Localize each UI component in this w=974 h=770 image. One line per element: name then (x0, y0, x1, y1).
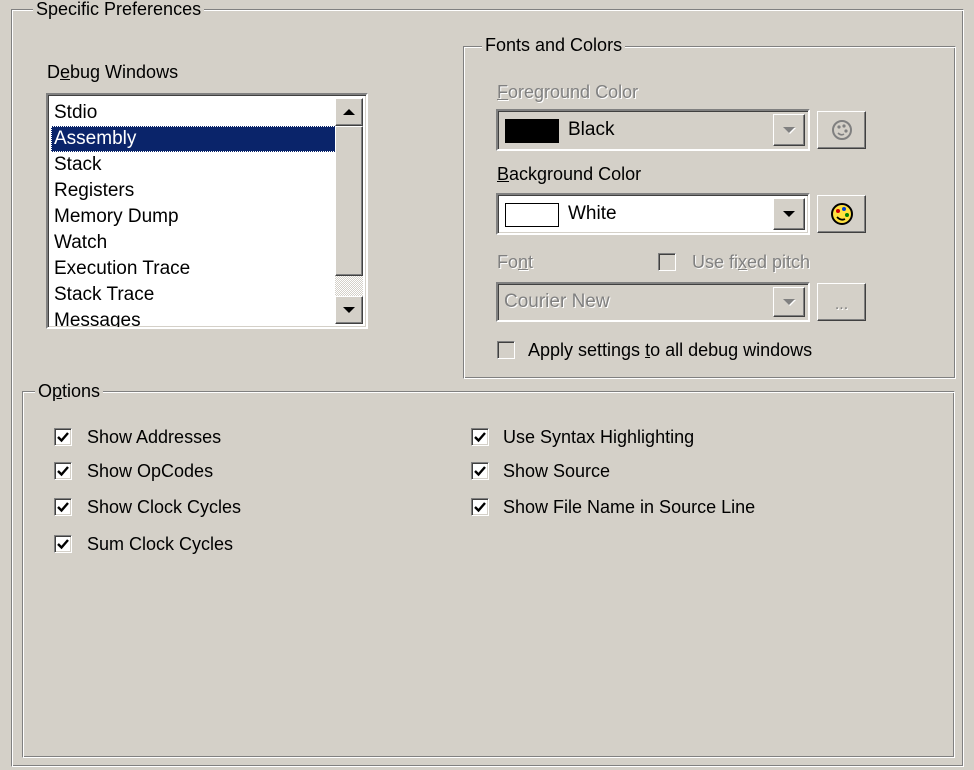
background-dropdown-button[interactable] (773, 198, 805, 230)
show-file-name-checkbox[interactable] (471, 498, 489, 516)
list-item-messages[interactable]: Messages (51, 308, 336, 327)
arrow-up-icon (343, 109, 355, 115)
foreground-color-label: Foreground Color (497, 82, 639, 102)
palette-icon (830, 203, 853, 225)
list-item-memory-dump[interactable]: Memory Dump (51, 204, 336, 230)
checkmark-icon (57, 539, 69, 550)
sum-clock-cycles-checkbox[interactable] (54, 535, 72, 553)
apply-all-label: Apply settings to all debug windows (528, 340, 813, 360)
palette-icon (831, 120, 852, 140)
list-item-stdio[interactable]: Stdio (51, 100, 336, 126)
list-item-registers[interactable]: Registers (51, 178, 336, 204)
font-value: Courier New (504, 291, 610, 312)
foreground-color-swatch (505, 119, 559, 143)
show-clock-cycles-checkbox[interactable] (54, 498, 72, 516)
foreground-dropdown-button[interactable] (773, 114, 805, 146)
options-title: Options (35, 381, 104, 401)
background-color-picker-button[interactable] (817, 195, 866, 233)
list-item-stack[interactable]: Stack (51, 152, 336, 178)
debug-windows-label: Debug Windows (47, 62, 179, 82)
specific-preferences-title: Specific Preferences (33, 0, 205, 19)
apply-all-checkbox[interactable] (497, 341, 515, 359)
scroll-down-button[interactable] (335, 296, 363, 324)
checkmark-icon (474, 502, 486, 513)
show-addresses-label: Show Addresses (87, 427, 222, 447)
list-item-assembly[interactable]: Assembly (51, 126, 336, 152)
font-dropdown-button[interactable] (773, 287, 805, 317)
font-browse-label: ... (834, 296, 849, 313)
font-browse-button[interactable]: ... (817, 283, 866, 321)
scroll-thumb[interactable] (335, 126, 363, 276)
foreground-color-value: Black (568, 119, 615, 140)
chevron-down-icon (783, 299, 795, 305)
font-label: Font (497, 252, 534, 272)
debug-windows-listbox[interactable]: Stdio Assembly Stack Registers Memory Du… (46, 93, 368, 329)
fixed-pitch-label: Use fixed pitch (692, 252, 811, 272)
background-color-value: White (568, 203, 617, 224)
background-color-swatch (505, 203, 559, 227)
fonts-and-colors-title: Fonts and Colors (482, 35, 626, 55)
syntax-highlighting-label: Use Syntax Highlighting (503, 427, 695, 447)
checkmark-icon (474, 466, 486, 477)
chevron-down-icon (783, 127, 795, 133)
fixed-pitch-checkbox[interactable] (658, 253, 676, 271)
listbox-scrollbar[interactable] (335, 98, 363, 324)
checkmark-icon (474, 432, 486, 443)
debug-windows-list: Stdio Assembly Stack Registers Memory Du… (51, 100, 336, 327)
background-color-label: Background Color (497, 164, 642, 184)
font-combo[interactable]: Courier New (496, 282, 810, 322)
scroll-up-button[interactable] (335, 98, 363, 126)
show-source-label: Show Source (503, 461, 611, 481)
show-addresses-checkbox[interactable] (54, 428, 72, 446)
chevron-down-icon (783, 211, 795, 217)
arrow-down-icon (343, 307, 355, 313)
show-file-name-label: Show File Name in Source Line (503, 497, 756, 517)
checkmark-icon (57, 466, 69, 477)
sum-clock-cycles-label: Sum Clock Cycles (87, 534, 234, 554)
foreground-color-picker-button[interactable] (817, 111, 866, 149)
show-source-checkbox[interactable] (471, 462, 489, 480)
list-item-watch[interactable]: Watch (51, 230, 336, 256)
show-opcodes-label: Show OpCodes (87, 461, 214, 481)
foreground-color-combo[interactable]: Black (496, 109, 810, 151)
background-color-combo[interactable]: White (496, 193, 810, 235)
syntax-highlighting-checkbox[interactable] (471, 428, 489, 446)
checkmark-icon (57, 502, 69, 513)
show-clock-cycles-label: Show Clock Cycles (87, 497, 242, 517)
show-opcodes-checkbox[interactable] (54, 462, 72, 480)
checkmark-icon (57, 432, 69, 443)
list-item-stack-trace[interactable]: Stack Trace (51, 282, 336, 308)
list-item-execution-trace[interactable]: Execution Trace (51, 256, 336, 282)
